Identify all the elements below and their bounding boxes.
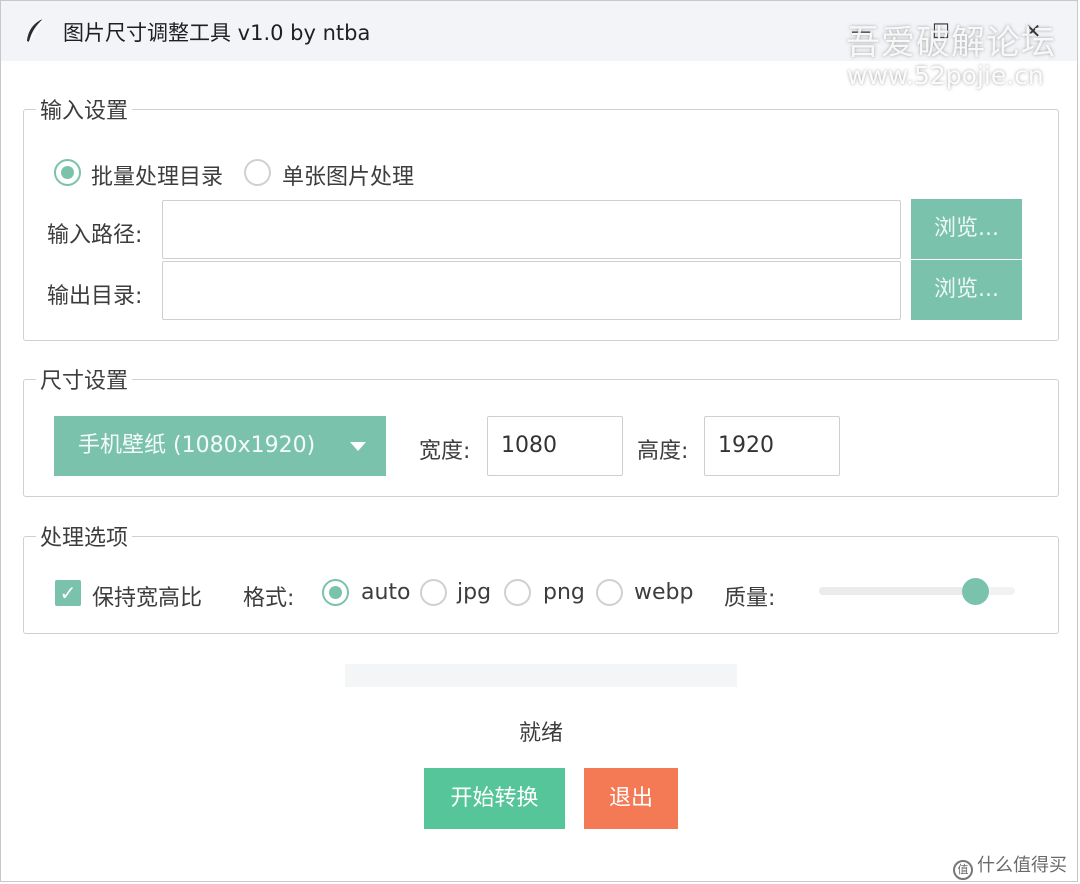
output-dir-field[interactable] [162,261,901,320]
processing-options-legend: 处理选项 [36,520,133,552]
keep-ratio-label[interactable]: 保持宽高比 [92,580,202,612]
input-settings-legend: 输入设置 [36,93,133,125]
smzdm-logo-icon: 值 [953,860,973,880]
radio-single-mode-label[interactable]: 单张图片处理 [282,159,414,191]
source-watermark: 值什么值得买 [953,851,1067,880]
start-convert-button[interactable]: 开始转换 [424,768,565,829]
input-path-field[interactable] [162,200,901,259]
feather-icon [27,18,44,43]
height-label: 高度: [637,439,689,464]
radio-format-png-label[interactable]: png [543,580,585,605]
keep-ratio-checkbox[interactable]: ✓ [55,580,81,606]
source-watermark-text: 什么值得买 [977,855,1067,876]
width-field[interactable]: 1080 [487,416,623,476]
height-field[interactable]: 1920 [704,416,840,476]
radio-format-jpg-label[interactable]: jpg [457,580,491,605]
quality-label: 质量: [724,586,776,611]
radio-format-auto-label[interactable]: auto [361,580,411,605]
size-settings-legend: 尺寸设置 [36,363,133,395]
app-window: 图片尺寸调整工具 v1.0 by ntba — ☐ ✕ 吾爱破解论坛 www.5… [0,0,1078,882]
width-label: 宽度: [419,439,471,464]
output-dir-label: 输出目录: [47,284,143,309]
progress-bar [345,664,737,687]
radio-single-mode[interactable] [244,159,271,186]
chevron-down-icon[interactable] [350,442,366,451]
size-preset-dropdown[interactable]: 手机壁纸 (1080x1920) [54,416,386,476]
radio-format-webp[interactable] [596,579,623,606]
radio-format-webp-label[interactable]: webp [634,580,693,605]
input-path-label: 输入路径: [47,223,143,248]
watermark-title: 吾爱破解论坛 [846,23,1056,63]
exit-button[interactable]: 退出 [584,768,678,829]
format-label: 格式: [243,586,295,611]
radio-format-png[interactable] [504,579,531,606]
radio-batch-mode[interactable] [54,159,81,186]
radio-format-auto[interactable] [322,579,349,606]
quality-slider-fill [819,587,976,595]
status-text: 就绪 [518,721,563,746]
radio-batch-mode-label[interactable]: 批量处理目录 [91,159,223,191]
radio-format-jpg[interactable] [420,579,447,606]
browse-output-button[interactable]: 浏览... [911,260,1022,320]
browse-input-button[interactable]: 浏览... [911,199,1022,259]
watermark-url: www.52pojie.cn [847,61,1044,90]
window-title: 图片尺寸调整工具 v1.0 by ntba [63,21,371,45]
